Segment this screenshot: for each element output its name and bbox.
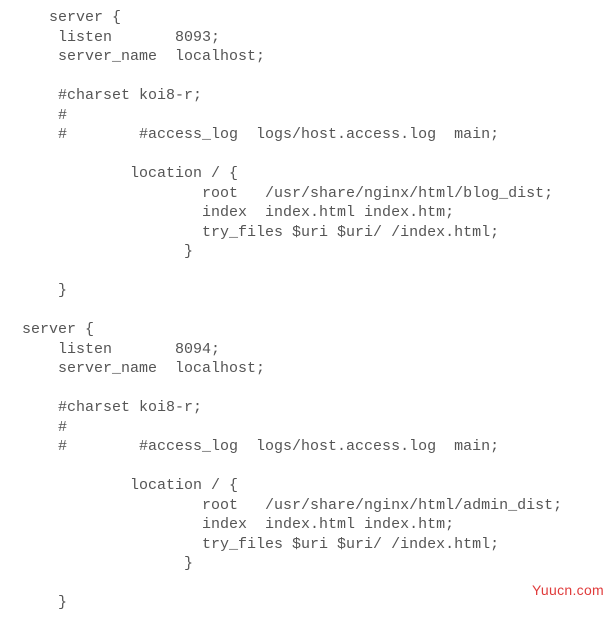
watermark-text: Yuucn.com — [532, 581, 604, 601]
nginx-config-code: server { listen 8093; server_name localh… — [0, 0, 610, 613]
